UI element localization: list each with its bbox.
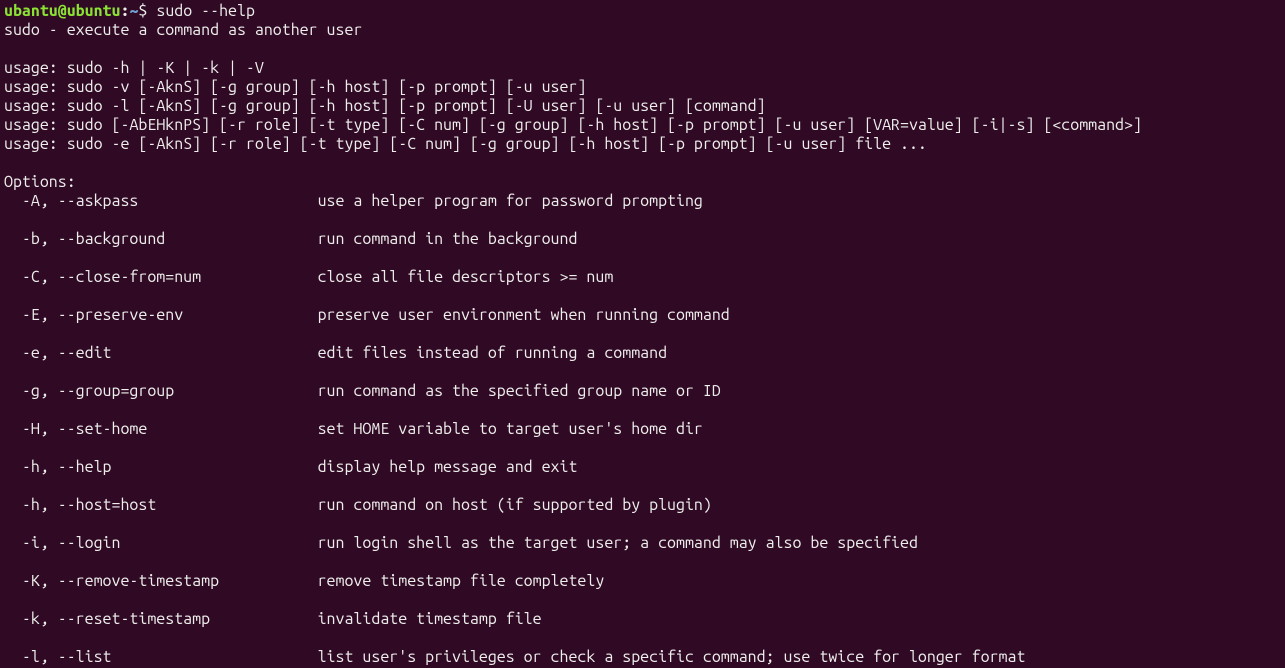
option-flag: -l, --list — [4, 648, 318, 667]
option-flag: -h, --help — [4, 458, 318, 477]
option-row: -h, --host=hostrun command on host (if s… — [4, 496, 1281, 515]
option-flag: -e, --edit — [4, 344, 318, 363]
option-desc: display help message and exit — [318, 458, 578, 476]
entered-command: sudo --help — [156, 2, 255, 20]
option-desc: use a helper program for password prompt… — [318, 192, 703, 210]
usage-line: usage: sudo -h | -K | -k | -V — [4, 59, 264, 77]
usage-line: usage: sudo -l [-AknS] [-g group] [-h ho… — [4, 97, 766, 115]
option-flag: -A, --askpass — [4, 192, 318, 211]
option-flag: -K, --remove-timestamp — [4, 572, 318, 591]
option-flag: -C, --close-from=num — [4, 268, 318, 287]
option-desc: run command in the background — [318, 230, 578, 248]
option-flag: -E, --preserve-env — [4, 306, 318, 325]
output-header: sudo - execute a command as another user — [4, 21, 362, 39]
option-row: -C, --close-from=numclose all file descr… — [4, 268, 1281, 287]
option-desc: run command as the specified group name … — [318, 382, 721, 400]
prompt-line: ubantu@ubuntu:~$ sudo --help — [4, 2, 255, 20]
options-header: Options: — [4, 173, 76, 191]
usage-line: usage: sudo -v [-AknS] [-g group] [-h ho… — [4, 78, 586, 96]
option-flag: -H, --set-home — [4, 420, 318, 439]
option-row: -E, --preserve-envpreserve user environm… — [4, 306, 1281, 325]
option-row: -b, --backgroundrun command in the backg… — [4, 230, 1281, 249]
option-desc: run command on host (if supported by plu… — [318, 496, 712, 514]
option-row: -A, --askpassuse a helper program for pa… — [4, 192, 1281, 211]
option-flag: -k, --reset-timestamp — [4, 610, 318, 629]
option-desc: edit files instead of running a command — [318, 344, 667, 362]
option-row: -i, --loginrun login shell as the target… — [4, 534, 1281, 553]
option-row: -g, --group=grouprun command as the spec… — [4, 382, 1281, 401]
option-row: -K, --remove-timestampremove timestamp f… — [4, 572, 1281, 591]
option-row: -l, --listlist user's privileges or chec… — [4, 648, 1281, 667]
option-desc: remove timestamp file completely — [318, 572, 605, 590]
option-row: -H, --set-homeset HOME variable to targe… — [4, 420, 1281, 439]
option-row: -e, --editedit files instead of running … — [4, 344, 1281, 363]
option-row: -k, --reset-timestampinvalidate timestam… — [4, 610, 1281, 629]
option-flag: -b, --background — [4, 230, 318, 249]
option-flag: -i, --login — [4, 534, 318, 553]
prompt-user-host: ubantu@ubuntu — [4, 2, 120, 20]
option-flag: -h, --host=host — [4, 496, 318, 515]
terminal-viewport[interactable]: ubantu@ubuntu:~$ sudo --help sudo - exec… — [0, 0, 1285, 668]
option-row: -h, --helpdisplay help message and exit — [4, 458, 1281, 477]
option-desc: close all file descriptors >= num — [318, 268, 614, 286]
option-desc: invalidate timestamp file — [318, 610, 542, 628]
option-desc: preserve user environment when running c… — [318, 306, 730, 324]
option-desc: list user's privileges or check a specif… — [318, 648, 1026, 666]
prompt-sigil: $ — [138, 2, 147, 20]
option-flag: -g, --group=group — [4, 382, 318, 401]
option-desc: set HOME variable to target user's home … — [318, 420, 703, 438]
usage-line: usage: sudo -e [-AknS] [-r role] [-t typ… — [4, 135, 927, 153]
option-desc: run login shell as the target user; a co… — [318, 534, 918, 552]
usage-line: usage: sudo [-AbEHknPS] [-r role] [-t ty… — [4, 116, 1142, 134]
